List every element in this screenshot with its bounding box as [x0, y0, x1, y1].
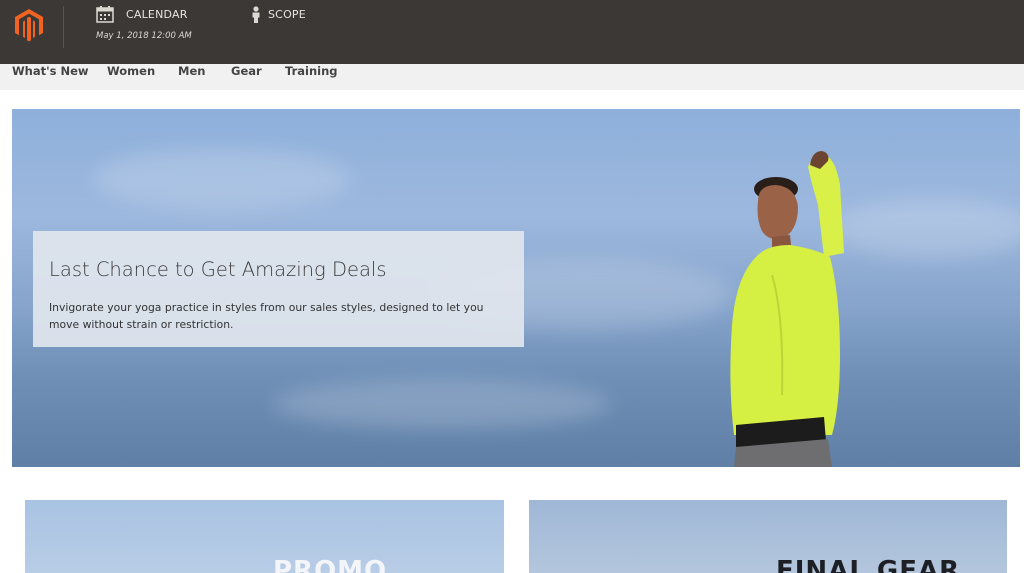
magento-logo-icon[interactable]	[14, 8, 44, 42]
scope-label[interactable]: SCOPE	[268, 8, 306, 21]
nav-item-men[interactable]: Men	[178, 64, 205, 78]
hero-banner[interactable]: Last Chance to Get Amazing Deals Invigor…	[12, 109, 1020, 467]
store-navigation: What's New Women Men Gear Training	[0, 64, 1024, 90]
hero-title: Last Chance to Get Amazing Deals	[49, 258, 387, 281]
calendar-label[interactable]: CALENDAR	[126, 8, 188, 21]
sky-cloud	[272, 379, 612, 429]
final-gear-tile[interactable]: FINAL GEAR	[529, 500, 1007, 573]
final-gear-tile-title: FINAL GEAR	[776, 556, 961, 573]
person-icon[interactable]	[251, 6, 261, 23]
nav-item-women[interactable]: Women	[107, 64, 155, 78]
nav-item-whats-new[interactable]: What's New	[12, 64, 89, 78]
sky-cloud	[92, 149, 352, 209]
topbar-divider	[63, 6, 64, 48]
calendar-icon[interactable]	[96, 6, 114, 23]
promo-tile[interactable]: PROMO	[25, 500, 504, 573]
model-image	[730, 151, 844, 467]
hero-description: Invigorate your yoga practice in styles …	[49, 301, 484, 331]
calendar-date: May 1, 2018 12:00 AM	[96, 31, 192, 41]
nav-item-training[interactable]: Training	[285, 64, 338, 78]
promo-tile-title: PROMO	[273, 556, 388, 573]
hero-text-card: Last Chance to Get Amazing Deals Invigor…	[33, 231, 524, 347]
nav-item-gear[interactable]: Gear	[231, 64, 262, 78]
admin-staging-bar: CALENDAR May 1, 2018 12:00 AM SCOPE	[0, 0, 1024, 64]
